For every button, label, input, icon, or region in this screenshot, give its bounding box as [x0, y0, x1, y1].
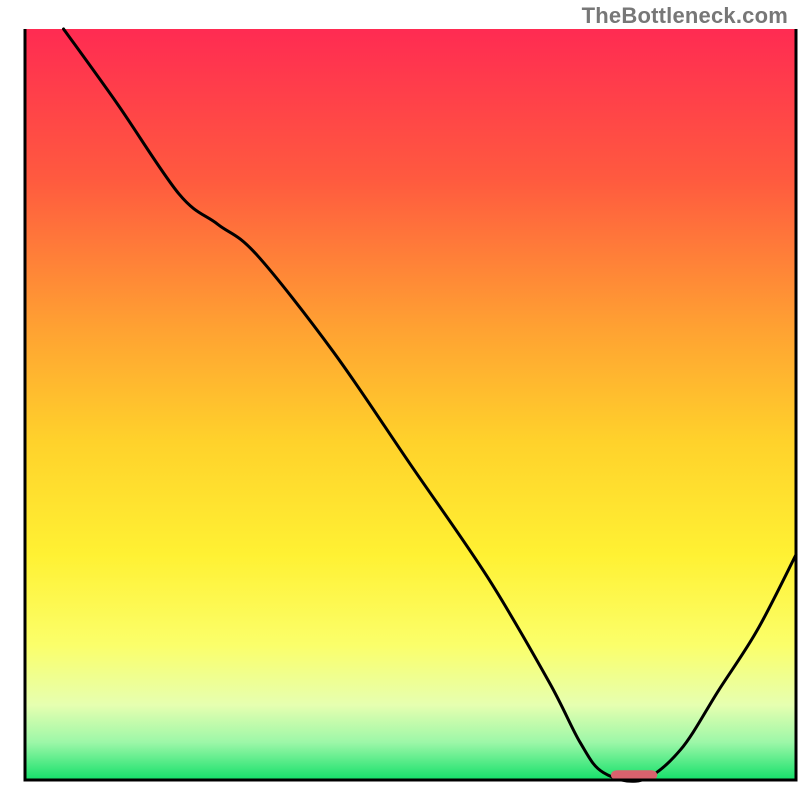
- chart-container: TheBottleneck.com: [0, 0, 800, 800]
- chart-svg: [0, 0, 800, 800]
- plot-gradient-background: [25, 29, 796, 780]
